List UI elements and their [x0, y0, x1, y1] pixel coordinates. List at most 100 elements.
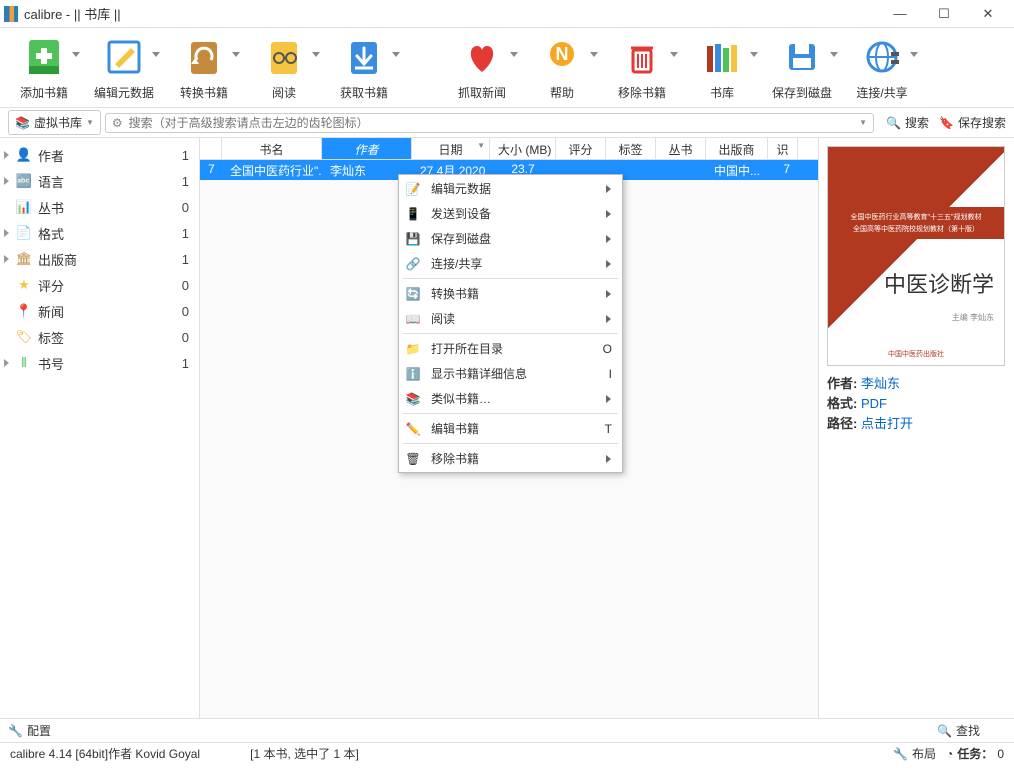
ctx-show-details[interactable]: ℹ️显示书籍详细信息I	[399, 361, 622, 386]
tag-icon: 🏷	[16, 329, 32, 345]
ctx-connect-share[interactable]: 🔗连接/共享	[399, 251, 622, 276]
sidebar-item-author[interactable]: 👤作者1	[0, 142, 199, 168]
titlebar: calibre - || 书库 || — ☐ ✕	[0, 0, 1014, 28]
toolbar-remove-books[interactable]: 移除书籍	[606, 34, 678, 101]
toolbar-read[interactable]: 阅读	[248, 34, 320, 101]
folder-icon: 📁	[405, 341, 421, 357]
detail-format-link[interactable]: PDF	[861, 396, 887, 411]
detail-path-link[interactable]: 点击打开	[861, 416, 913, 431]
dropdown-icon	[510, 52, 518, 60]
sidebar-item-language[interactable]: 🔤语言1	[0, 168, 199, 194]
save-disk-icon	[779, 34, 825, 80]
col-size[interactable]: 大小 (MB)	[490, 138, 556, 159]
minimize-button[interactable]: —	[878, 0, 922, 28]
toolbar-convert-books[interactable]: 转换书籍	[168, 34, 240, 101]
ctx-edit-metadata[interactable]: 📝编辑元数据	[399, 176, 622, 201]
ctx-send-to-device[interactable]: 📱发送到设备	[399, 201, 622, 226]
vlib-icon: 📚	[15, 116, 30, 130]
dropdown-icon	[232, 52, 240, 60]
col-idx[interactable]	[200, 138, 222, 159]
ctx-edit-book[interactable]: ✏️编辑书籍T	[399, 416, 622, 441]
news-icon: 📍	[16, 303, 32, 319]
gear-icon[interactable]: ⚙	[112, 116, 123, 130]
edit-metadata-icon	[101, 34, 147, 80]
search-input[interactable]	[129, 116, 853, 130]
share-icon: 🔗	[405, 256, 421, 272]
detail-info: 作者: 李灿东 格式: PDF 路径: 点击打开	[827, 374, 1006, 434]
toolbar-library[interactable]: 书库	[686, 34, 758, 101]
col-series[interactable]: 丛书	[656, 138, 706, 159]
sidebar-item-series[interactable]: 📊丛书0	[0, 194, 199, 220]
search-box[interactable]: ⚙ ▼	[105, 113, 874, 133]
ctx-convert-books[interactable]: 🔄转换书籍	[399, 281, 622, 306]
add-book-icon	[21, 34, 67, 80]
col-tag[interactable]: 标签	[606, 138, 656, 159]
format-icon: 📄	[16, 225, 32, 241]
sidebar-item-news[interactable]: 📍新闻0	[0, 298, 199, 324]
book-details: 全国中医药行业高等教育"十三五"规划教材 全国高等中医药院校规划教材（第十版） …	[818, 138, 1014, 718]
language-icon: 🔤	[16, 173, 32, 189]
toolbar-save-to-disk[interactable]: 保存到磁盘	[766, 34, 838, 101]
convert-icon: 🔄	[405, 286, 421, 302]
col-publisher[interactable]: 出版商	[706, 138, 768, 159]
find-button[interactable]: 🔍查找	[937, 722, 980, 739]
bookmark-icon: 🔖	[939, 116, 954, 130]
book-cover[interactable]: 全国中医药行业高等教育"十三五"规划教材 全国高等中医药院校规划教材（第十版） …	[827, 146, 1005, 366]
wrench-icon: 🔧	[8, 724, 23, 738]
sidebar-item-format[interactable]: 📄格式1	[0, 220, 199, 246]
maximize-button[interactable]: ☐	[922, 0, 966, 28]
col-author[interactable]: 作者	[322, 138, 412, 159]
connect-icon	[859, 34, 905, 80]
column-headers: 书名 作者 日期▼ 大小 (MB) 评分 标签 丛书 出版商 识	[200, 138, 818, 160]
layout-button[interactable]: 🔧布局	[893, 745, 936, 762]
app-icon	[4, 6, 18, 22]
help-icon: N	[539, 34, 585, 80]
status-version: calibre 4.14 [64bit]作者 Kovid Goyal	[10, 745, 200, 762]
read-icon	[261, 34, 307, 80]
detail-author-link[interactable]: 李灿东	[861, 376, 900, 391]
series-icon: 📊	[16, 199, 32, 215]
dropdown-icon	[670, 52, 678, 60]
close-button[interactable]: ✕	[966, 0, 1010, 28]
edit-book-icon: ✏️	[405, 421, 421, 437]
publisher-icon: 🏛	[16, 251, 32, 267]
ctx-similar-books[interactable]: 📚类似书籍…	[399, 386, 622, 411]
read-icon: 📖	[405, 311, 421, 327]
search-icon: 🔍	[937, 724, 952, 738]
ctx-save-to-disk[interactable]: 💾保存到磁盘	[399, 226, 622, 251]
ctx-open-folder[interactable]: 📁打开所在目录O	[399, 336, 622, 361]
sidebar-item-tag[interactable]: 🏷标签0	[0, 324, 199, 350]
sidebar-item-publisher[interactable]: 🏛出版商1	[0, 246, 199, 272]
virtual-library-button[interactable]: 📚 虚拟书库 ▼	[8, 110, 101, 135]
trash-icon	[619, 34, 665, 80]
ctx-remove-books[interactable]: 🗑移除书籍	[399, 446, 622, 471]
toolbar-connect-share[interactable]: 连接/共享	[846, 34, 918, 101]
toolbar-help[interactable]: N 帮助	[526, 34, 598, 101]
svg-text:N: N	[556, 44, 569, 64]
config-button[interactable]: 🔧配置	[8, 722, 51, 739]
toolbar-fetch-books[interactable]: 获取书籍	[328, 34, 400, 101]
ctx-read[interactable]: 📖阅读	[399, 306, 622, 331]
toolbar-fetch-news[interactable]: 抓取新闻	[446, 34, 518, 101]
convert-icon	[181, 34, 227, 80]
jobs-indicator[interactable]: ◔任务：0	[946, 745, 1004, 762]
search-button[interactable]: 🔍搜索	[886, 114, 929, 131]
col-id[interactable]: 识	[768, 138, 798, 159]
col-rating[interactable]: 评分	[556, 138, 606, 159]
dropdown-icon	[152, 52, 160, 60]
save-search-button[interactable]: 🔖保存搜索	[939, 114, 1006, 131]
context-menu: 📝编辑元数据 📱发送到设备 💾保存到磁盘 🔗连接/共享 🔄转换书籍 📖阅读 📁打…	[398, 174, 623, 473]
sidebar-item-rating[interactable]: ★评分0	[0, 272, 199, 298]
author-icon: 👤	[16, 147, 32, 163]
disk-icon: 💾	[405, 231, 421, 247]
col-title[interactable]: 书名	[222, 138, 322, 159]
heart-icon	[459, 34, 505, 80]
dropdown-icon	[590, 52, 598, 60]
window-title: calibre - || 书库 ||	[24, 4, 878, 23]
similar-icon: 📚	[405, 391, 421, 407]
toolbar-add-books[interactable]: 添加书籍	[8, 34, 80, 101]
sidebar-item-id[interactable]: ⦀书号1	[0, 350, 199, 376]
toolbar-edit-metadata[interactable]: 编辑元数据	[88, 34, 160, 101]
spinner-icon: ◔	[946, 747, 953, 761]
col-date[interactable]: 日期▼	[412, 138, 490, 159]
